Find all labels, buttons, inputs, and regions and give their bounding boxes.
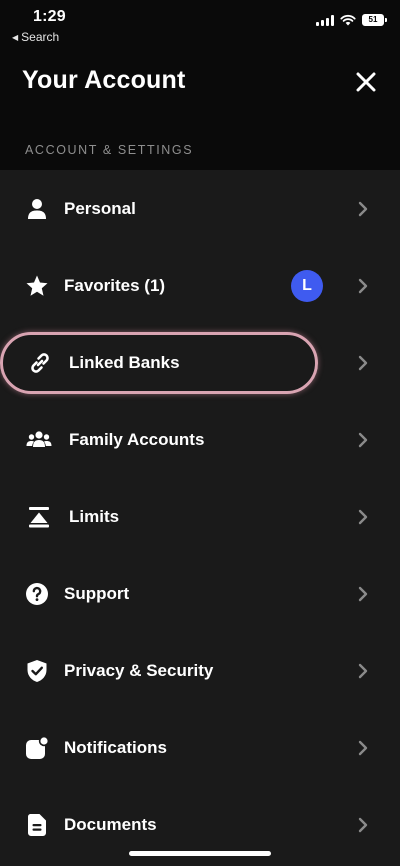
- status-indicators: 51: [316, 14, 387, 26]
- chevron-right-icon: [356, 662, 370, 680]
- menu-item-label: Notifications: [64, 737, 167, 757]
- menu-item-label: Documents: [64, 814, 157, 834]
- chevron-right-icon: [356, 277, 370, 295]
- wifi-icon: [340, 14, 356, 26]
- link-icon: [27, 350, 53, 376]
- chevron-right-icon: [356, 200, 370, 218]
- menu-item-label: Privacy & Security: [64, 660, 214, 680]
- page-header: Your Account: [0, 56, 400, 112]
- status-bar: 1:29 ◀ Search 51: [0, 0, 400, 48]
- page-title: Your Account: [22, 66, 186, 94]
- back-to-search-link[interactable]: ◀ Search: [12, 30, 59, 44]
- chevron-right-icon: [356, 739, 370, 757]
- section-label: ACCOUNT & SETTINGS: [25, 143, 194, 157]
- family-icon: [26, 427, 52, 453]
- limits-icon: [26, 504, 52, 530]
- close-button[interactable]: [354, 70, 378, 94]
- menu-item-notifications[interactable]: Notifications: [0, 709, 400, 786]
- help-icon: [24, 581, 50, 607]
- person-icon: [24, 196, 50, 222]
- shield-check-icon: [24, 658, 50, 684]
- menu-item-support[interactable]: Support: [0, 555, 400, 632]
- menu-item-personal[interactable]: Personal: [0, 170, 400, 247]
- chevron-right-icon: [356, 354, 370, 372]
- menu-item-label: Favorites (1): [64, 275, 166, 295]
- back-label: Search: [21, 30, 60, 44]
- chevron-right-icon: [356, 585, 370, 603]
- home-indicator[interactable]: [129, 851, 271, 856]
- menu-item-label: Support: [64, 583, 130, 603]
- chevron-right-icon: [356, 508, 370, 526]
- menu-item-linked-banks[interactable]: Linked Banks: [0, 324, 400, 401]
- menu-item-label: Personal: [64, 198, 136, 218]
- favorite-contact-avatar[interactable]: L: [291, 269, 323, 302]
- close-icon: [356, 72, 376, 92]
- notification-icon: [24, 735, 50, 761]
- star-icon: [24, 273, 50, 299]
- chevron-right-icon: [356, 431, 370, 449]
- chevron-right-icon: [356, 816, 370, 834]
- menu-item-limits[interactable]: Limits: [0, 478, 400, 555]
- battery-icon: 51: [362, 14, 387, 26]
- menu-item-label: Family Accounts: [69, 429, 205, 449]
- menu-item-label: Limits: [69, 506, 120, 526]
- status-time: 1:29: [33, 8, 66, 25]
- battery-level: 51: [368, 15, 378, 24]
- settings-menu: Personal Favorites (1) L Linked Banks Fa…: [0, 170, 400, 866]
- cellular-signal-icon: [316, 14, 334, 26]
- menu-item-favorites[interactable]: Favorites (1) L: [0, 247, 400, 324]
- menu-item-privacy-security[interactable]: Privacy & Security: [0, 632, 400, 709]
- back-triangle-icon: ◀: [12, 32, 19, 42]
- document-icon: [24, 812, 50, 838]
- menu-item-family-accounts[interactable]: Family Accounts: [0, 401, 400, 478]
- menu-item-label: Linked Banks: [69, 352, 180, 372]
